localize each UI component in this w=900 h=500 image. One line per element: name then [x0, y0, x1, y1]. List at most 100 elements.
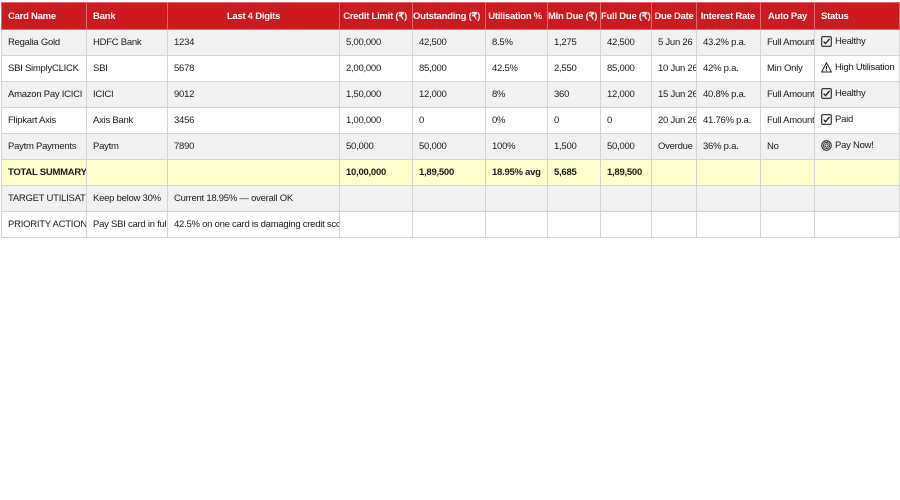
header-auto-pay[interactable]: Auto Pay — [760, 2, 815, 30]
cell-interest-rate[interactable]: 41.76% p.a. — [696, 107, 761, 134]
cell-empty[interactable] — [600, 185, 652, 212]
cell-auto-pay[interactable]: No — [760, 133, 815, 160]
cell-credit-limit[interactable]: 50,000 — [339, 133, 413, 160]
cell-full-due[interactable]: 42,500 — [600, 29, 652, 56]
cell-status[interactable]: Healthy — [814, 29, 900, 56]
cell-interest-rate[interactable]: 43.2% p.a. — [696, 29, 761, 56]
cell-card-name[interactable]: Regalia Gold — [1, 29, 87, 56]
header-outstanding[interactable]: Outstanding (₹) — [412, 2, 486, 30]
cell-auto-pay[interactable]: Full Amount — [760, 29, 815, 56]
cell-credit-limit[interactable]: 5,00,000 — [339, 29, 413, 56]
cell-utilisation[interactable]: 8% — [485, 81, 548, 108]
cell-empty[interactable] — [600, 211, 652, 238]
cell-card-name[interactable]: SBI SimplyCLICK — [1, 55, 87, 82]
header-min-due[interactable]: Min Due (₹) — [547, 2, 601, 30]
cell-full-due[interactable]: 12,000 — [600, 81, 652, 108]
cell-auto-pay[interactable]: Min Only — [760, 55, 815, 82]
cell-empty[interactable] — [339, 211, 413, 238]
target-label[interactable]: TARGET UTILISATION — [1, 185, 87, 212]
total-min-due[interactable]: 5,685 — [547, 159, 601, 186]
cell-auto-pay[interactable]: Full Amount — [760, 81, 815, 108]
total-outstanding[interactable]: 1,89,500 — [412, 159, 486, 186]
cell-empty[interactable] — [339, 185, 413, 212]
cell-auto-pay[interactable]: Full Amount — [760, 107, 815, 134]
cell-due-date[interactable]: 20 Jun 26 — [651, 107, 697, 134]
cell-status[interactable]: Pay Now! — [814, 133, 900, 160]
cell-utilisation[interactable]: 100% — [485, 133, 548, 160]
header-utilisation[interactable]: Utilisation % — [485, 2, 548, 30]
cell-empty[interactable] — [814, 211, 900, 238]
target-note[interactable]: Current 18.95% — overall OK — [167, 185, 340, 212]
cell-full-due[interactable]: 0 — [600, 107, 652, 134]
cell-due-date[interactable]: 5 Jun 26 — [651, 29, 697, 56]
cell-last4[interactable]: 7890 — [167, 133, 340, 160]
target-goal[interactable]: Keep below 30% — [86, 185, 168, 212]
cell-credit-limit[interactable]: 1,50,000 — [339, 81, 413, 108]
cell-empty[interactable] — [760, 211, 815, 238]
priority-note[interactable]: 42.5% on one card is damaging credit sco… — [167, 211, 340, 238]
cell-empty[interactable] — [485, 185, 548, 212]
cell-interest-rate[interactable]: 40.8% p.a. — [696, 81, 761, 108]
cell-empty[interactable] — [760, 185, 815, 212]
cell-empty[interactable] — [651, 211, 697, 238]
cell-bank[interactable]: ICICI — [86, 81, 168, 108]
cell-card-name[interactable]: Flipkart Axis — [1, 107, 87, 134]
total-full-due[interactable]: 1,89,500 — [600, 159, 652, 186]
header-interest-rate[interactable]: Interest Rate — [696, 2, 761, 30]
cell-full-due[interactable]: 85,000 — [600, 55, 652, 82]
cell-empty[interactable] — [651, 159, 697, 186]
cell-empty[interactable] — [547, 211, 601, 238]
cell-empty[interactable] — [760, 159, 815, 186]
cell-empty[interactable] — [412, 211, 486, 238]
cell-min-due[interactable]: 1,275 — [547, 29, 601, 56]
cell-status[interactable]: Healthy — [814, 81, 900, 108]
cell-due-date[interactable]: 10 Jun 26 — [651, 55, 697, 82]
cell-card-name[interactable]: Paytm Payments — [1, 133, 87, 160]
cell-utilisation[interactable]: 8.5% — [485, 29, 548, 56]
cell-outstanding[interactable]: 0 — [412, 107, 486, 134]
cell-bank[interactable]: HDFC Bank — [86, 29, 168, 56]
cell-outstanding[interactable]: 50,000 — [412, 133, 486, 160]
cell-utilisation[interactable]: 42.5% — [485, 55, 548, 82]
priority-action[interactable]: Pay SBI card in full — [86, 211, 168, 238]
cell-due-date[interactable]: 15 Jun 26 — [651, 81, 697, 108]
cell-outstanding[interactable]: 12,000 — [412, 81, 486, 108]
cell-interest-rate[interactable]: 36% p.a. — [696, 133, 761, 160]
header-card-name[interactable]: Card Name — [1, 2, 87, 30]
cell-last4[interactable]: 3456 — [167, 107, 340, 134]
cell-full-due[interactable]: 50,000 — [600, 133, 652, 160]
header-credit-limit[interactable]: Credit Limit (₹) — [339, 2, 413, 30]
cell-card-name[interactable]: Amazon Pay ICICI — [1, 81, 87, 108]
cell-empty[interactable] — [412, 185, 486, 212]
cell-empty[interactable] — [696, 159, 761, 186]
cell-last4[interactable]: 1234 — [167, 29, 340, 56]
cell-outstanding[interactable]: 42,500 — [412, 29, 486, 56]
cell-due-date[interactable]: Overdue — [651, 133, 697, 160]
cell-outstanding[interactable]: 85,000 — [412, 55, 486, 82]
cell-bank[interactable]: SBI — [86, 55, 168, 82]
cell-credit-limit[interactable]: 1,00,000 — [339, 107, 413, 134]
total-label[interactable]: TOTAL SUMMARY — [1, 159, 87, 186]
cell-last4[interactable]: 5678 — [167, 55, 340, 82]
cell-min-due[interactable]: 2,550 — [547, 55, 601, 82]
cell-empty[interactable] — [814, 185, 900, 212]
cell-empty[interactable] — [696, 185, 761, 212]
cell-empty[interactable] — [167, 159, 340, 186]
cell-min-due[interactable]: 0 — [547, 107, 601, 134]
cell-utilisation[interactable]: 0% — [485, 107, 548, 134]
cell-interest-rate[interactable]: 42% p.a. — [696, 55, 761, 82]
cell-min-due[interactable]: 1,500 — [547, 133, 601, 160]
cell-min-due[interactable]: 360 — [547, 81, 601, 108]
header-bank[interactable]: Bank — [86, 2, 168, 30]
cell-empty[interactable] — [86, 159, 168, 186]
cell-bank[interactable]: Paytm — [86, 133, 168, 160]
header-full-due[interactable]: Full Due (₹) — [600, 2, 652, 30]
cell-credit-limit[interactable]: 2,00,000 — [339, 55, 413, 82]
cell-empty[interactable] — [547, 185, 601, 212]
priority-label[interactable]: PRIORITY ACTION — [1, 211, 87, 238]
cell-status[interactable]: Paid — [814, 107, 900, 134]
cell-status[interactable]: High Utilisation — [814, 55, 900, 82]
cell-last4[interactable]: 9012 — [167, 81, 340, 108]
header-due-date[interactable]: Due Date — [651, 2, 697, 30]
cell-empty[interactable] — [485, 211, 548, 238]
